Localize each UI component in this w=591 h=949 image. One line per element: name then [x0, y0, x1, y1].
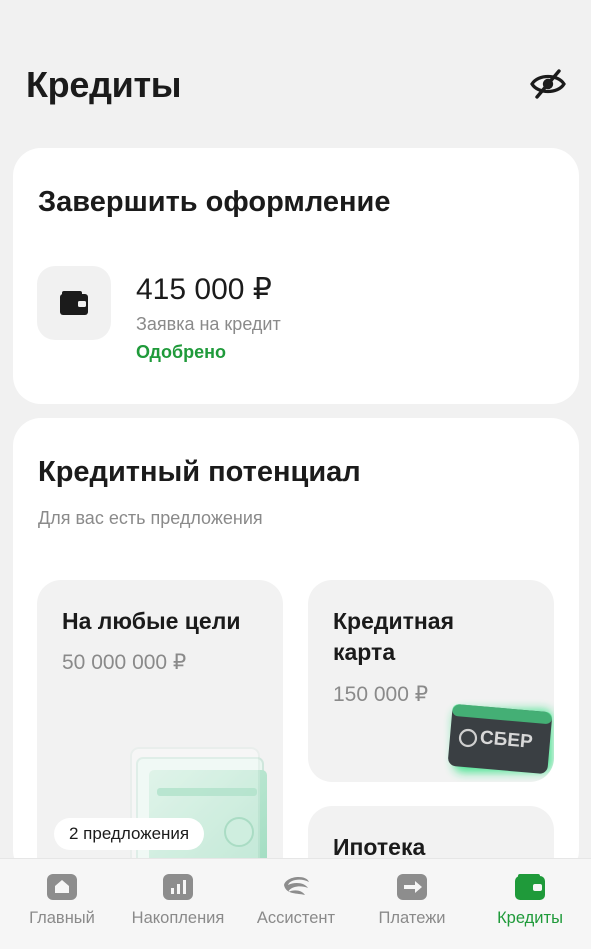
- sber-card-illustration: СБЕР: [448, 704, 553, 774]
- loan-status: Одобрено: [136, 342, 226, 362]
- offer-any-purpose[interactable]: На любые цели 50 000 000 ₽ 2 предложения: [37, 580, 283, 900]
- tab-label: Кредиты: [497, 909, 563, 927]
- wallet-icon-box: [37, 266, 111, 340]
- home-icon: [47, 874, 77, 900]
- credit-potential-card: Кредитный потенциал Для вас есть предлож…: [13, 418, 579, 926]
- offers-count-badge: 2 предложения: [54, 818, 205, 850]
- wallet-icon: [60, 291, 88, 315]
- finish-application-card: Завершить оформление 415 000 ₽ Заявка на…: [13, 148, 579, 404]
- payments-arrow-icon: [397, 874, 427, 900]
- eye-off-icon: [530, 69, 566, 99]
- tab-label: Главный: [29, 909, 95, 927]
- tab-label: Ассистент: [256, 909, 336, 927]
- offer-credit-card[interactable]: Кредитная карта 150 000 ₽ СБЕР: [308, 580, 554, 782]
- wallet-icon: [515, 874, 545, 900]
- potential-title: Кредитный потенциал: [38, 456, 361, 488]
- loan-amount: 415 000 ₽: [136, 273, 272, 306]
- header: Кредиты: [0, 0, 591, 140]
- tab-credits[interactable]: Кредиты: [480, 859, 580, 949]
- tab-assistant[interactable]: Ассистент: [246, 859, 346, 949]
- loan-type: Заявка на кредит: [136, 314, 281, 334]
- loan-application-item[interactable]: 415 000 ₽ Заявка на кредит Одобрено: [37, 266, 557, 366]
- savings-chart-icon: [163, 874, 193, 900]
- tab-payments[interactable]: Платежи: [362, 859, 462, 949]
- tab-label: Платежи: [378, 909, 446, 927]
- assistant-icon: [284, 876, 309, 895]
- tab-savings[interactable]: Накопления: [122, 859, 234, 949]
- hide-balance-button[interactable]: [528, 66, 568, 102]
- potential-subtitle: Для вас есть предложения: [38, 508, 263, 528]
- finish-title: Завершить оформление: [38, 186, 391, 218]
- offer-title: На любые цели: [62, 608, 241, 634]
- offer-amount: 150 000 ₽: [333, 683, 429, 706]
- offer-amount: 50 000 000 ₽: [62, 651, 187, 674]
- tab-label: Накопления: [131, 909, 225, 927]
- bottom-tab-bar: Главный Накопления Ассистент Платежи Кре…: [0, 858, 591, 949]
- page-title: Кредиты: [26, 64, 182, 105]
- tab-home[interactable]: Главный: [14, 859, 110, 949]
- offer-title: Кредитная карта: [333, 608, 454, 665]
